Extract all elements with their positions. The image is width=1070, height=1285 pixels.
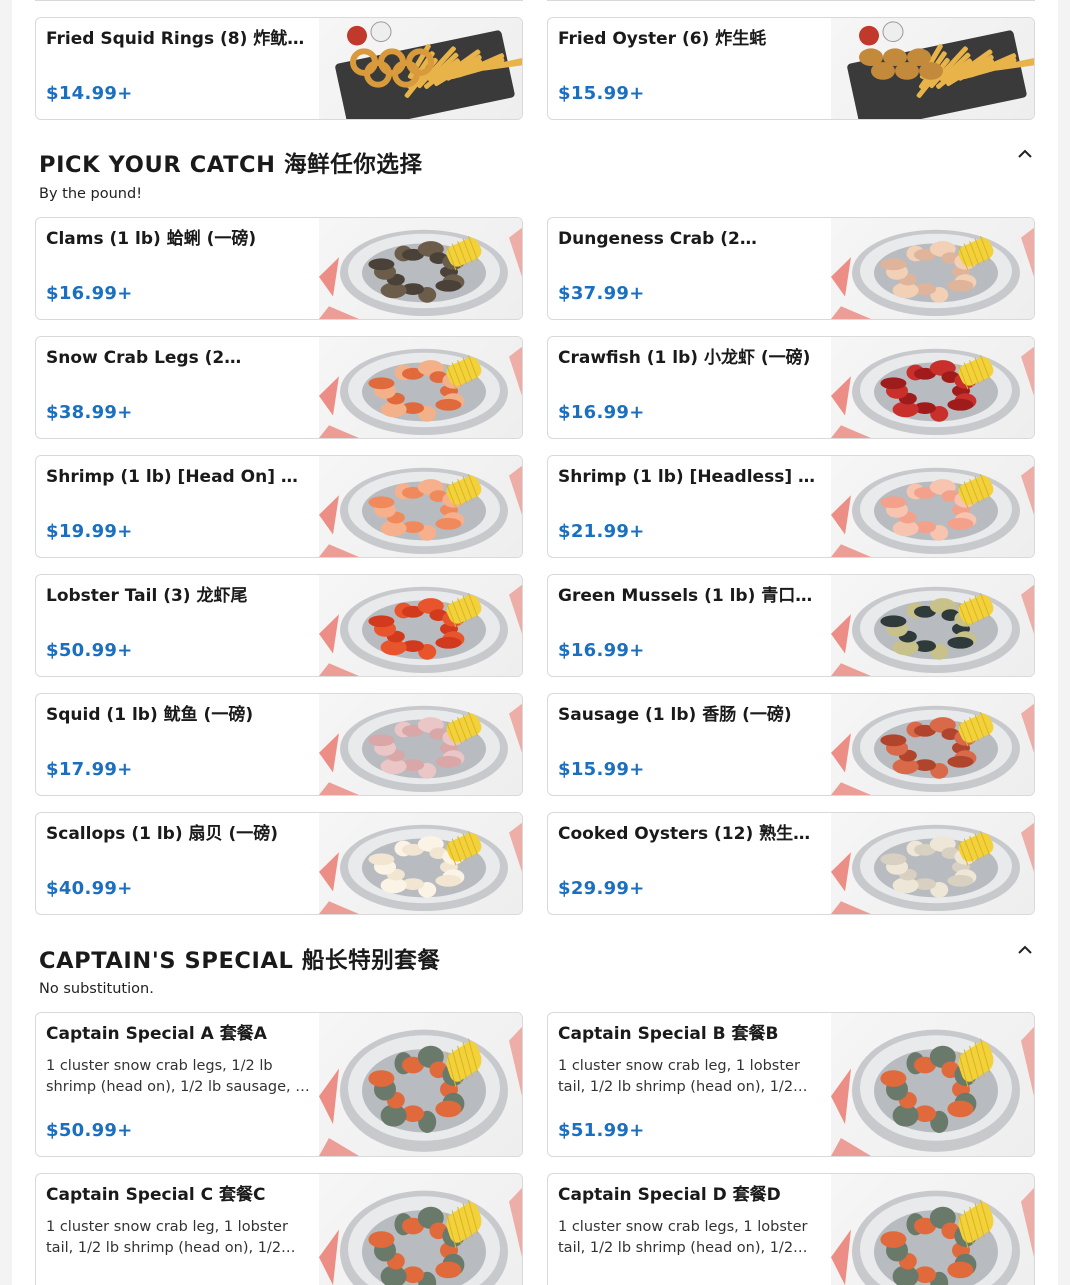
pick-your-catch-grid: Clams (1 lb) 蛤蜊 (一磅) $16.99+ Dungeness Cr…: [35, 217, 1035, 915]
menu-item-description: 1 cluster snow crab leg, 1 lobster tail,…: [46, 1219, 288, 1256]
menu-item-card[interactable]: Squid (1 lb) 鱿鱼 (一磅) $17.99+: [35, 693, 523, 796]
fried-items-grid: Fried Squid Rings (8) 炸鱿鱼圈 $14.99+ Fried O…: [35, 17, 1035, 120]
menu-item-photo: [831, 575, 1034, 676]
menu-item-card[interactable]: Fried Oyster (6) 炸生蚝 $15.99+: [547, 17, 1035, 120]
menu-item-description: 1 cluster snow crab legs, 1 lobster tail…: [558, 1219, 808, 1256]
menu-item-price: $38.99+: [46, 402, 133, 423]
menu-item-card[interactable]: Snow Crab Legs (2… $38.99+: [35, 336, 523, 439]
menu-item-photo: [319, 813, 522, 914]
menu-item-photo: [319, 1174, 522, 1285]
menu-item-name: Captain Special D 套餐D: [558, 1185, 781, 1205]
menu-item-photo: [319, 1013, 522, 1156]
menu-item-card[interactable]: Cooked Oysters (12) 熟生蚝十二 $29.99+: [547, 812, 1035, 915]
menu-item-card[interactable]: Shrimp (1 lb) [Headless] … $21.99+: [547, 455, 1035, 558]
menu-item-name: Green Mussels (1 lb) 青口贝 (…: [558, 586, 824, 606]
menu-item-price: $29.99+: [558, 878, 645, 899]
menu-item-card[interactable]: Captain Special D 套餐D 1 cluster snow crab…: [547, 1173, 1035, 1285]
menu-item-price: $16.99+: [558, 640, 645, 661]
menu-item-photo: [319, 218, 522, 319]
menu-item-photo: [319, 18, 522, 119]
menu-item-price: $17.99+: [46, 759, 133, 780]
menu-item-card[interactable]: Clams (1 lb) 蛤蜊 (一磅) $16.99+: [35, 217, 523, 320]
menu-item-photo: [831, 813, 1034, 914]
menu-item-name: Captain Special C 套餐C: [46, 1185, 266, 1205]
menu-item-photo: [831, 337, 1034, 438]
menu-item-name: Shrimp (1 lb) [Headless] …: [558, 467, 816, 487]
menu-item-photo: [319, 575, 522, 676]
menu-item-name: Cooked Oysters (12) 熟生蚝十二: [558, 824, 824, 844]
menu-item-photo: [831, 218, 1034, 319]
menu-item-name: Sausage (1 lb) 香肠 (一磅): [558, 705, 792, 725]
menu-item-name: Scallops (1 lb) 扇贝 (一磅): [46, 824, 278, 844]
menu-item-description: 1 cluster snow crab leg, 1 lobster tail,…: [558, 1058, 800, 1095]
menu-item-description: 1 cluster snow crab legs, 1/2 lb shrimp …: [46, 1058, 310, 1095]
menu-item-card[interactable]: Captain Special A 套餐A 1 cluster snow crab…: [35, 1012, 523, 1157]
menu-item-name: Lobster Tail (3) 龙虾尾: [46, 586, 248, 606]
section-title-pick-your-catch: PICK YOUR CATCH 海鲜任你选择: [39, 152, 423, 178]
menu-item-price: $19.99+: [46, 521, 133, 542]
section-subtitle-pick-your-catch: By the pound!: [39, 186, 143, 202]
menu-item-name: Shrimp (1 lb) [Head On] 带…: [46, 467, 312, 487]
menu-item-photo: [831, 1013, 1034, 1156]
menu-item-card[interactable]: Green Mussels (1 lb) 青口贝 (… $16.99+: [547, 574, 1035, 677]
menu-item-photo: [831, 456, 1034, 557]
menu-item-name: Captain Special B 套餐B: [558, 1024, 779, 1044]
menu-item-card[interactable]: Fried Squid Rings (8) 炸鱿鱼圈 $14.99+: [35, 17, 523, 120]
menu-item-photo: [831, 1174, 1034, 1285]
menu-item-price: $21.99+: [558, 521, 645, 542]
collapse-captains-special-button[interactable]: [1010, 939, 1040, 961]
menu-item-price: $16.99+: [46, 283, 133, 304]
menu-item-name: Snow Crab Legs (2…: [46, 348, 242, 368]
menu-item-photo: [831, 694, 1034, 795]
menu-item-card[interactable]: Dungeness Crab (2… $37.99+: [547, 217, 1035, 320]
menu-item-price: $15.99+: [558, 759, 645, 780]
previous-row-edge: [35, 0, 1035, 2]
menu-item-card[interactable]: Sausage (1 lb) 香肠 (一磅) $15.99+: [547, 693, 1035, 796]
chevron-up-icon: [1018, 945, 1032, 954]
menu-item-card[interactable]: Shrimp (1 lb) [Head On] 带… $19.99+: [35, 455, 523, 558]
menu-item-price: $50.99+: [46, 1120, 133, 1141]
menu-item-name: Crawfish (1 lb) 小龙虾 (一磅): [558, 348, 811, 368]
section-subtitle-captains-special: No substitution.: [39, 981, 154, 997]
menu-item-card[interactable]: Scallops (1 lb) 扇贝 (一磅) $40.99+: [35, 812, 523, 915]
menu-item-name: Dungeness Crab (2…: [558, 229, 757, 249]
collapse-pick-your-catch-button[interactable]: [1010, 143, 1040, 165]
section-title-captains-special: CAPTAIN'S SPECIAL 船长特别套餐: [39, 948, 441, 974]
menu-item-name: Fried Squid Rings (8) 炸鱿鱼圈: [46, 29, 312, 49]
menu-item-name: Clams (1 lb) 蛤蜊 (一磅): [46, 229, 257, 249]
menu-item-price: $51.99+: [558, 1120, 645, 1141]
menu-item-card[interactable]: Captain Special C 套餐C 1 cluster snow crab…: [35, 1173, 523, 1285]
menu-item-price: $50.99+: [46, 640, 133, 661]
menu-item-card[interactable]: Lobster Tail (3) 龙虾尾 $50.99+: [35, 574, 523, 677]
menu-item-card[interactable]: Captain Special B 套餐B 1 cluster snow crab…: [547, 1012, 1035, 1157]
menu-item-price: $15.99+: [558, 83, 645, 104]
menu-item-photo: [319, 337, 522, 438]
menu-item-name: Captain Special A 套餐A: [46, 1024, 267, 1044]
chevron-up-icon: [1018, 149, 1032, 158]
menu-item-photo: [319, 694, 522, 795]
menu-item-photo: [319, 456, 522, 557]
menu-item-price: $40.99+: [46, 878, 133, 899]
menu-item-photo: [831, 18, 1034, 119]
menu-item-price: $16.99+: [558, 402, 645, 423]
menu-item-card[interactable]: Crawfish (1 lb) 小龙虾 (一磅) $16.99+: [547, 336, 1035, 439]
menu-item-name: Squid (1 lb) 鱿鱼 (一磅): [46, 705, 254, 725]
menu-item-name: Fried Oyster (6) 炸生蚝: [558, 29, 767, 49]
menu-item-price: $14.99+: [46, 83, 133, 104]
menu-item-price: $37.99+: [558, 283, 645, 304]
captains-special-grid: Captain Special A 套餐A 1 cluster snow crab…: [35, 1012, 1035, 1285]
